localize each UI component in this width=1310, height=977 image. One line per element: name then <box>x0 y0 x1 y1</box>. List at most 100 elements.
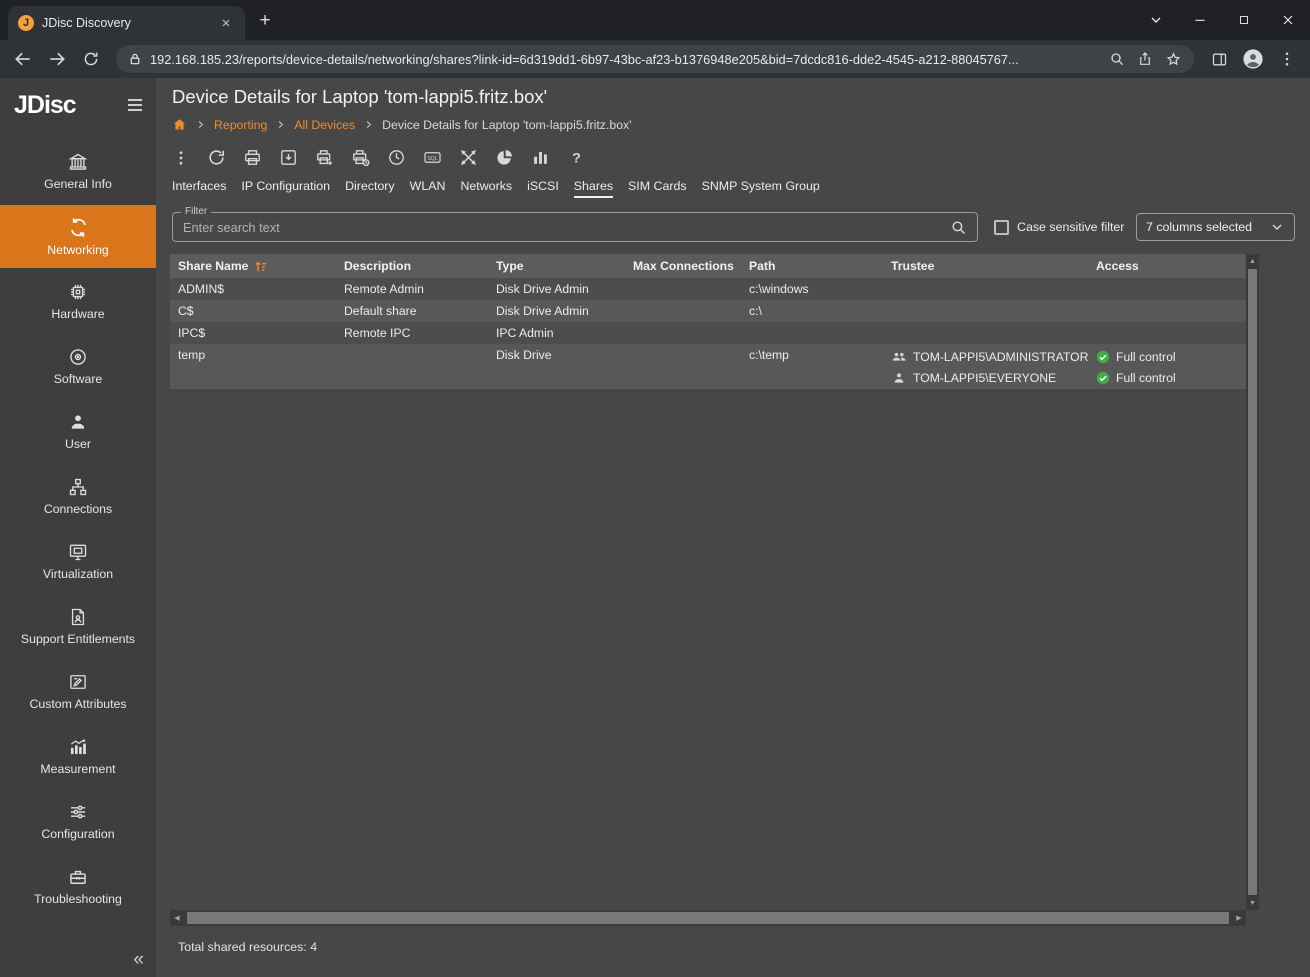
favicon: J <box>18 15 34 31</box>
column-header-type[interactable]: Type <box>488 257 625 275</box>
column-header-trustee[interactable]: Trustee <box>883 257 1088 275</box>
sidebar-item-general-info[interactable]: General Info <box>0 140 156 203</box>
vertical-scrollbar-thumb[interactable] <box>1248 269 1257 895</box>
tools-icon[interactable] <box>459 148 478 167</box>
history-icon[interactable] <box>387 148 406 167</box>
case-sensitive-filter[interactable]: Case sensitive filter <box>994 220 1124 235</box>
url-text[interactable]: 192.168.185.23/reports/device-details/ne… <box>150 52 1101 67</box>
scroll-down-icon[interactable]: ▼ <box>1246 896 1259 910</box>
reload-icon[interactable] <box>76 44 106 74</box>
cell-share-name: ADMIN$ <box>170 278 336 300</box>
pie-chart-icon[interactable] <box>495 148 514 167</box>
side-panel-icon[interactable] <box>1204 44 1234 74</box>
bookmark-star-icon[interactable] <box>1165 51 1182 68</box>
search-icon[interactable] <box>950 219 967 236</box>
export-icon[interactable] <box>279 148 298 167</box>
filter-row: Filter Case sensitive filter 7 columns s… <box>156 198 1310 242</box>
tab-snmp-system-group[interactable]: SNMP System Group <box>702 179 820 198</box>
sidebar-item-label: Troubleshooting <box>34 892 122 906</box>
table-row[interactable]: C$Default shareDisk Drive Adminc:\ <box>170 300 1246 322</box>
sidebar-item-hardware[interactable]: Hardware <box>0 270 156 333</box>
breadcrumb-link[interactable]: Reporting <box>214 118 267 132</box>
window-close-icon[interactable] <box>1266 0 1310 40</box>
sidebar-collapse-button[interactable]: « <box>0 943 156 977</box>
tab-close-icon[interactable] <box>217 14 235 32</box>
cell-value: c:\windows <box>749 282 875 296</box>
cell-value: temp <box>178 348 328 362</box>
menu-icon[interactable] <box>128 95 142 115</box>
sidebar-item-software[interactable]: Software <box>0 335 156 398</box>
scroll-up-icon[interactable]: ▲ <box>1246 254 1259 268</box>
kebab-menu-icon[interactable] <box>172 149 190 167</box>
tab-shares[interactable]: Shares <box>574 179 613 198</box>
search-input[interactable] <box>183 220 950 235</box>
table-row[interactable]: tempDisk Drivec:\tempTOM-LAPPI5\ADMINIST… <box>170 344 1246 389</box>
column-header-share-name[interactable]: Share Name <box>170 257 336 276</box>
sidebar-item-virtualization[interactable]: Virtualization <box>0 530 156 593</box>
sidebar-item-user[interactable]: User <box>0 400 156 463</box>
columns-dropdown[interactable]: 7 columns selected <box>1136 213 1295 241</box>
home-icon[interactable] <box>172 117 187 132</box>
browser-tab[interactable]: J JDisc Discovery <box>8 6 245 40</box>
column-header-description[interactable]: Description <box>336 257 488 275</box>
tab-sim-cards[interactable]: SIM Cards <box>628 179 687 198</box>
tab-iscsi[interactable]: iSCSI <box>527 179 559 198</box>
tab-interfaces[interactable]: Interfaces <box>172 179 226 198</box>
address-bar[interactable]: 192.168.185.23/reports/device-details/ne… <box>116 45 1194 73</box>
cell-access <box>1088 300 1246 322</box>
tab-search-icon[interactable] <box>1134 0 1178 40</box>
trustee-entry: TOM-LAPPI5\ADMINISTRATORS <box>891 348 1080 365</box>
vertical-scrollbar[interactable]: ▲ ▼ <box>1246 254 1259 910</box>
cell-access <box>1088 278 1246 300</box>
refresh-icon[interactable] <box>207 148 226 167</box>
share-icon[interactable] <box>1137 51 1153 67</box>
zoom-icon[interactable] <box>1109 51 1125 67</box>
column-header-access[interactable]: Access <box>1088 257 1246 275</box>
scroll-right-icon[interactable]: ▶ <box>1232 910 1246 926</box>
print-icon[interactable] <box>243 148 262 167</box>
back-icon[interactable] <box>8 44 38 74</box>
filter-field[interactable]: Filter <box>172 212 978 242</box>
table-row[interactable]: IPC$Remote IPCIPC Admin <box>170 322 1246 344</box>
case-sensitive-checkbox[interactable] <box>994 220 1009 235</box>
sidebar-item-configuration[interactable]: Configuration <box>0 790 156 853</box>
forward-icon[interactable] <box>42 44 72 74</box>
browser-menu-icon[interactable] <box>1272 44 1302 74</box>
detail-tabs: Interfaces IP Configuration Directory WLAN N… <box>156 167 1310 198</box>
sidebar-item-support-entitlements[interactable]: Support Entitlements <box>0 595 156 658</box>
print-settings-icon[interactable] <box>351 148 370 167</box>
cell-share-name: C$ <box>170 300 336 322</box>
column-header-path[interactable]: Path <box>741 257 883 275</box>
tab-ip-configuration[interactable]: IP Configuration <box>241 179 330 198</box>
column-header-max-connections[interactable]: Max Connections <box>625 257 741 275</box>
horizontal-scrollbar-thumb[interactable] <box>187 912 1229 924</box>
tab-directory[interactable]: Directory <box>345 179 395 198</box>
new-tab-button[interactable]: + <box>251 7 279 35</box>
bar-chart-icon[interactable] <box>531 148 550 167</box>
breadcrumb-link[interactable]: All Devices <box>294 118 355 132</box>
scroll-left-icon[interactable]: ◀ <box>170 910 184 926</box>
cell-trustee <box>883 300 1088 322</box>
tab-wlan[interactable]: WLAN <box>410 179 446 198</box>
cell-type: IPC Admin <box>488 322 625 344</box>
table-row[interactable]: ADMIN$Remote AdminDisk Drive Adminc:\win… <box>170 278 1246 300</box>
report-toolbar: SQL? <box>156 132 1310 167</box>
sidebar-item-connections[interactable]: Connections <box>0 465 156 528</box>
help-icon[interactable]: ? <box>567 148 586 167</box>
sql-icon[interactable]: SQL <box>423 148 442 167</box>
profile-avatar-icon[interactable] <box>1238 44 1268 74</box>
minimize-icon[interactable] <box>1178 0 1222 40</box>
sidebar-item-troubleshooting[interactable]: Troubleshooting <box>0 855 156 918</box>
app-logo[interactable]: JDisc <box>14 91 76 120</box>
column-header-label: Type <box>496 259 524 273</box>
dropdown-chevron-icon <box>1269 219 1285 235</box>
horizontal-scrollbar[interactable]: ◀ ▶ <box>170 910 1246 926</box>
sidebar-item-custom-attributes[interactable]: Custom Attributes <box>0 660 156 723</box>
sidebar-item-measurement[interactable]: Measurement <box>0 725 156 788</box>
maximize-icon[interactable] <box>1222 0 1266 40</box>
print-add-icon[interactable] <box>315 148 334 167</box>
sidebar-item-label: General Info <box>44 177 112 191</box>
tab-networks[interactable]: Networks <box>460 179 512 198</box>
sidebar-item-networking[interactable]: Networking <box>0 205 156 268</box>
cell-description: Remote IPC <box>336 322 488 344</box>
